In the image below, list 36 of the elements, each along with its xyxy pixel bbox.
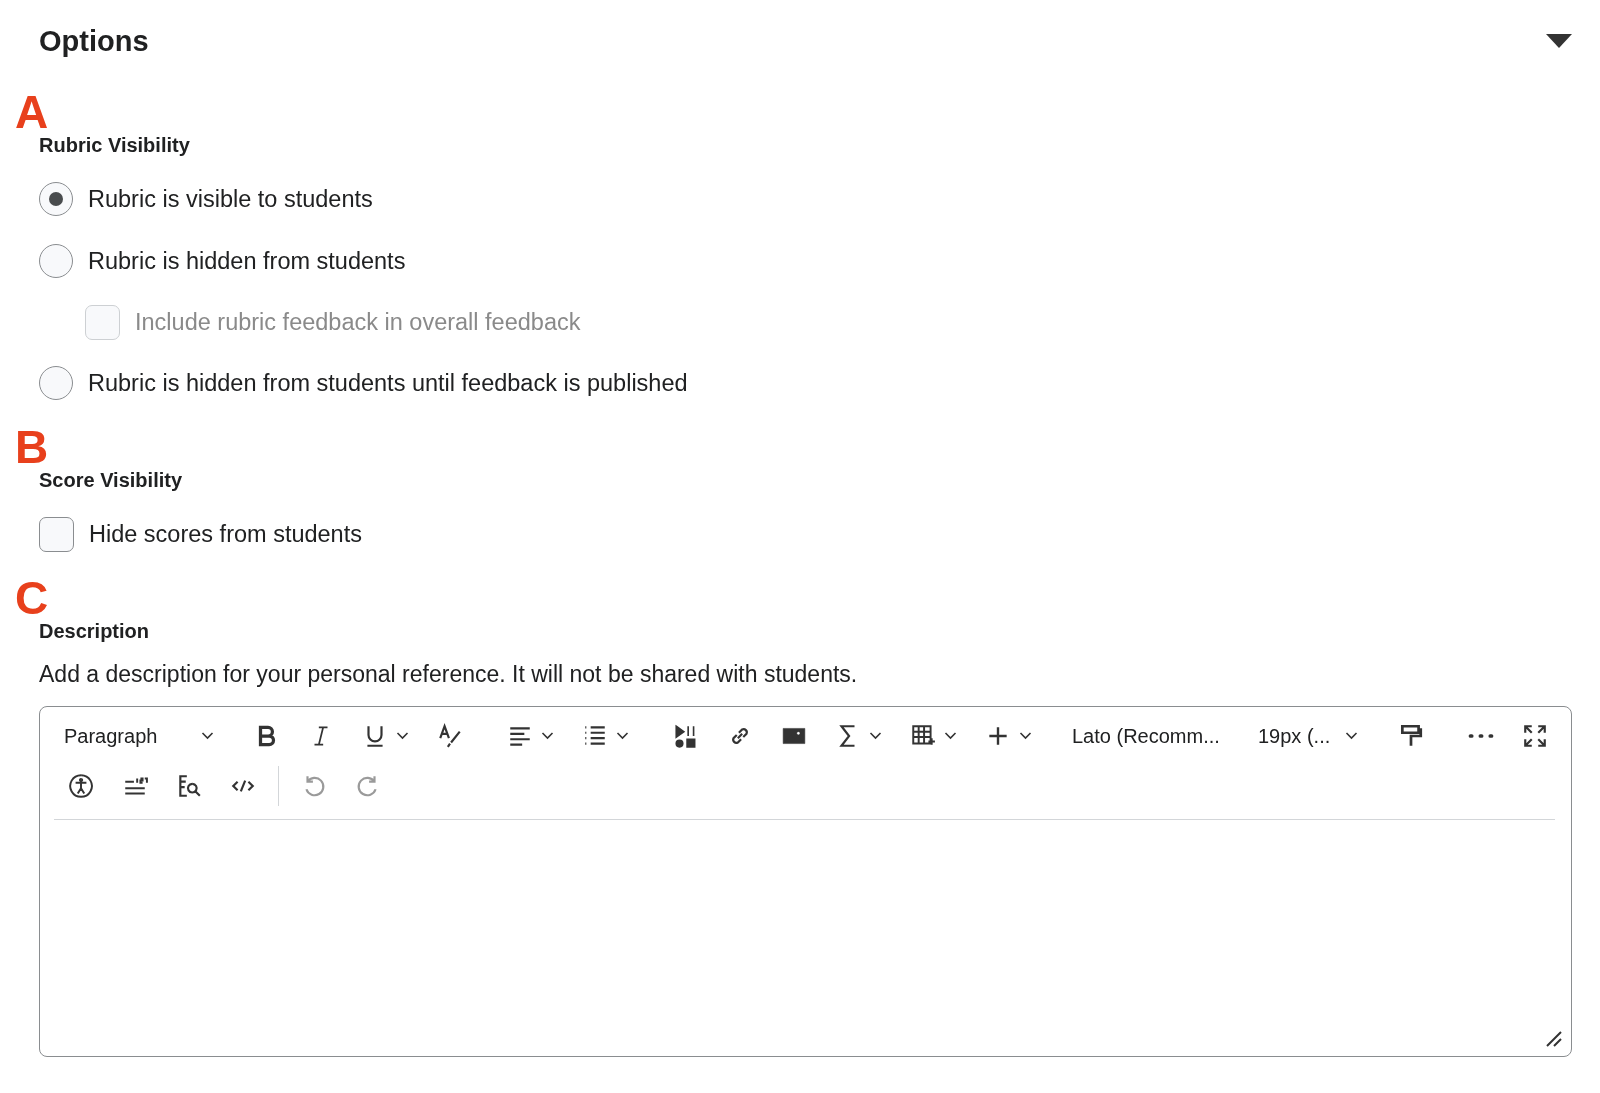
caret-icon <box>396 732 409 740</box>
collapse-toggle-icon[interactable] <box>1546 34 1572 48</box>
help-text: Add a description for your personal reference. It will not be shared with students. <box>39 661 859 688</box>
fullscreen-icon <box>1522 723 1548 749</box>
field-label: Score Visibility <box>39 469 184 492</box>
caret-icon <box>944 732 957 740</box>
radio-button[interactable] <box>39 244 73 278</box>
caret-icon <box>1345 732 1358 740</box>
caret-icon <box>616 732 629 740</box>
radio-button[interactable] <box>39 182 73 216</box>
dropdown-select[interactable]: 19px (... <box>1248 715 1368 757</box>
section-marker: B <box>15 425 50 469</box>
text-brush-icon <box>437 723 463 749</box>
option-label: Rubric is hidden from students <box>88 247 406 275</box>
accessibility-icon <box>68 773 94 799</box>
field-label: Rubric Visibility <box>39 134 191 157</box>
field-label: Description <box>39 620 151 643</box>
caret-icon <box>1019 732 1032 740</box>
caret-icon <box>201 732 214 740</box>
rich-text-editor[interactable]: Paragraph Lato (Recomm... 19px (... <box>39 706 1572 1057</box>
section-marker: A <box>15 90 49 134</box>
caret-icon <box>541 732 554 740</box>
option-label: Hide scores from students <box>89 520 362 548</box>
section-marker: C <box>15 576 49 620</box>
checkbox[interactable] <box>39 516 74 552</box>
option-label: Include rubric feedback in overall feedback <box>135 308 581 336</box>
option-label: Rubric is visible to students <box>88 185 373 213</box>
paint-roller-icon <box>1398 723 1424 749</box>
more-icon <box>1468 732 1494 740</box>
dropdown-select[interactable]: Lato (Recomm... <box>1062 715 1232 757</box>
section-title: Options <box>39 24 149 58</box>
preview-icon <box>176 773 202 799</box>
radio-button[interactable] <box>39 366 73 400</box>
dropdown-select[interactable]: Paragraph <box>54 715 224 757</box>
option-label: Rubric is hidden from students until feedback is published <box>88 369 688 397</box>
caret-icon <box>869 732 882 740</box>
